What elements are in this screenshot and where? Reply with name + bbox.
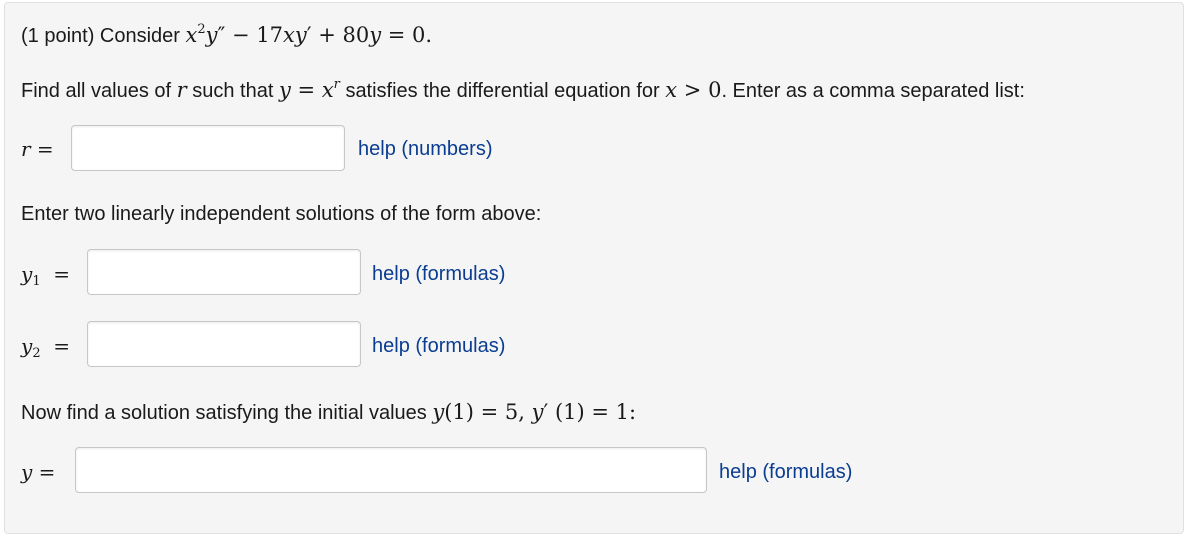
help-numbers-link[interactable]: help (numbers) (358, 136, 493, 162)
part1-middle: such that (192, 80, 274, 102)
part1-instructions: Find all values of r such that y = xr sa… (21, 77, 1025, 104)
help-formulas-link-y2[interactable]: help (formulas) (372, 333, 505, 359)
part3-instructions: Now find a solution satisfying the initi… (21, 399, 636, 426)
part1-end: . Enter as a comma separated list: (721, 80, 1025, 102)
y-label: y = (21, 460, 56, 484)
r-answer-input[interactable] (71, 125, 345, 171)
y1-label: y1 = (21, 262, 71, 289)
var-r: r (176, 78, 187, 102)
r-label: r = (21, 137, 54, 161)
y2-label: y2 = (21, 334, 71, 361)
part2-instructions: Enter two linearly independent solutions… (21, 203, 542, 225)
trial-solution: y = xr (278, 77, 340, 102)
domain-condition: x > 0 (665, 78, 722, 102)
problem-statement: (1 point) Consider x2y″ − 17xy′ + 80y = … (21, 22, 432, 49)
y-answer-input[interactable] (75, 447, 707, 493)
y1-answer-input[interactable] (87, 249, 361, 295)
problem-panel: (1 point) Consider x2y″ − 17xy′ + 80y = … (4, 2, 1184, 534)
y2-answer-input[interactable] (87, 321, 361, 367)
part1-suffix: satisfies the differential equation for (345, 80, 660, 102)
initial-conditions: y(1) = 5, y′ (1) = 1: (432, 400, 637, 424)
help-formulas-link-y[interactable]: help (formulas) (719, 459, 852, 485)
problem-intro: (1 point) Consider (21, 25, 180, 47)
part1-prefix: Find all values of (21, 80, 172, 102)
help-formulas-link-y1[interactable]: help (formulas) (372, 261, 505, 287)
part3-prefix: Now find a solution satisfying the initi… (21, 402, 427, 424)
differential-equation: x2y″ − 17xy′ + 80y = 0. (185, 22, 433, 47)
